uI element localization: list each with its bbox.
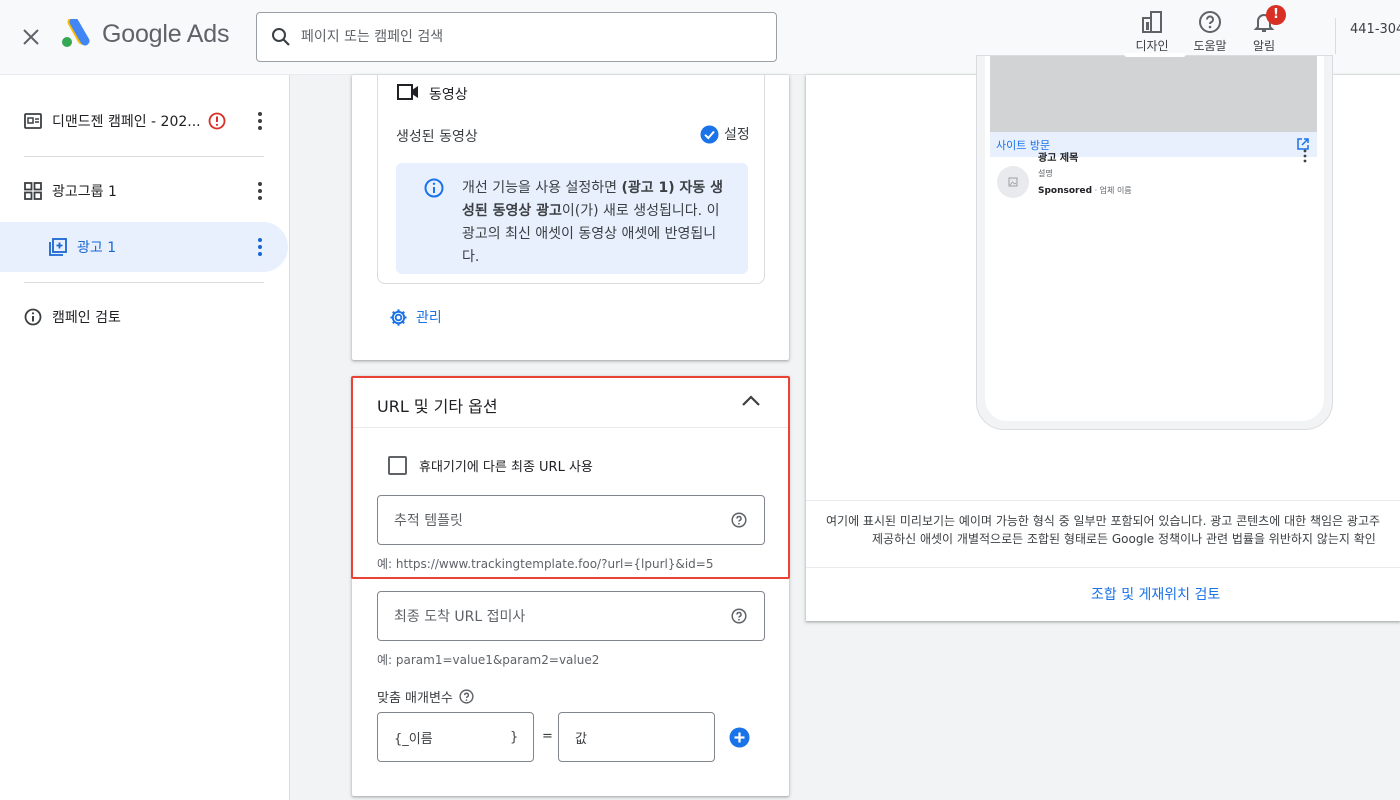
mobile-url-label: 휴대기기에 다른 최종 URL 사용 [419, 460, 593, 475]
more-options-icon[interactable] [250, 109, 270, 133]
mobile-url-checkbox[interactable] [388, 456, 407, 475]
search-icon [272, 28, 290, 46]
ad-title: 광고 제목 [1038, 153, 1079, 164]
phone-notch [1124, 53, 1186, 57]
video-status-label: 설정 [724, 127, 750, 143]
business-name: · 업체 이름 [1092, 186, 1132, 195]
param-value-field[interactable]: 값 [558, 712, 715, 762]
header-divider [1335, 18, 1336, 54]
info-icon [424, 178, 444, 198]
design-label: 디자인 [1135, 39, 1169, 53]
preview-divider [806, 500, 1400, 501]
disclaimer-line-2: 제공하신 애셋이 개별적으로든 조합된 형태로든 Google 정책이나 관련 … [872, 532, 1376, 546]
sidebar-item-label: 캠페인 검토 [52, 310, 121, 326]
equals-sign: = [542, 729, 553, 744]
sidebar-item-label: 광고 1 [77, 240, 117, 256]
help-icon[interactable] [459, 689, 474, 704]
video-asset-box: 동영상 생성된 동영상 설정 개선 기능을 사용 설정하면 (광고 1) 자동 … [377, 75, 765, 284]
design-icon [1142, 11, 1162, 33]
custom-params-label: 맞춤 매개변수 [377, 691, 453, 706]
info-callout: 개선 기능을 사용 설정하면 (광고 1) 자동 생성된 동영상 광고이(가) … [396, 163, 748, 274]
help-icon [1199, 11, 1221, 33]
ad-preview-panel: 사이트 방문 광고 제목 설명 Sponsored · 업체 이름 여기에 표시… [806, 53, 1400, 621]
manage-button[interactable]: 관리 [389, 307, 442, 327]
final-url-suffix-field[interactable]: 최종 도착 URL 접미사 [377, 591, 765, 641]
help-label: 도움말 [1193, 39, 1227, 53]
sidebar-item-ad[interactable]: 광고 1 [0, 222, 288, 272]
param-value-placeholder: 값 [575, 731, 587, 747]
sidebar-item-ad-group[interactable]: 광고그룹 1 [0, 166, 288, 216]
add-param-icon[interactable] [729, 727, 750, 748]
param-name-placeholder: {_이름 [394, 731, 433, 747]
video-section-title: 동영상 [429, 87, 468, 103]
ad-icon [49, 238, 67, 256]
video-status[interactable]: 설정 [700, 124, 750, 144]
info-icon [24, 308, 42, 326]
product-name: Google Ads [102, 19, 230, 48]
preview-disclaimer: 여기에 표시된 미리보기는 예이며 가능한 형식 중 일부만 포함되어 있습니다… [806, 512, 1400, 552]
account-id[interactable]: 441-304- [1350, 22, 1400, 37]
more-options-icon[interactable] [250, 235, 270, 259]
mobile-url-option[interactable]: 휴대기기에 다른 최종 URL 사용 [388, 456, 593, 475]
param-name-close-brace: } [510, 729, 519, 745]
sidebar-item-campaign-review[interactable]: 캠페인 검토 [0, 292, 288, 342]
sidebar-item-label: 광고그룹 1 [52, 184, 117, 200]
tracking-template-placeholder: 추적 템플릿 [394, 513, 463, 529]
manage-label: 관리 [416, 310, 442, 326]
disclaimer-line-1: 여기에 표시된 미리보기는 예이며 가능한 형식 중 일부만 포함되어 있습니다… [826, 514, 1381, 528]
close-icon [23, 29, 39, 45]
final-url-suffix-hint: 예: param1=value1&param2=value2 [377, 653, 600, 667]
notifications-label: 알림 [1252, 39, 1276, 53]
gear-icon [390, 308, 407, 326]
info-text-start: 개선 기능을 사용 설정하면 [462, 180, 622, 196]
url-options-title: URL 및 기타 옵션 [377, 397, 498, 416]
ad-media-placeholder [990, 53, 1317, 132]
custom-params-heading: 맞춤 매개변수 [377, 687, 474, 706]
generated-video-label: 생성된 동영상 [396, 129, 478, 145]
ad-sponsor-line: Sponsored · 업체 이름 [1038, 185, 1132, 196]
help-icon[interactable] [731, 608, 747, 624]
tracking-template-field[interactable]: 추적 템플릿 [377, 495, 765, 545]
info-text: 개선 기능을 사용 설정하면 (광고 1) 자동 생성된 동영상 광고이(가) … [462, 180, 723, 265]
design-button[interactable]: 디자인 [1124, 10, 1180, 54]
sidebar-item-campaign[interactable]: 디맨드젠 캠페인 - 202... [0, 96, 288, 146]
help-button[interactable]: 도움말 [1182, 10, 1238, 54]
search-box[interactable] [256, 12, 777, 62]
notification-badge: ! [1266, 5, 1286, 25]
search-input[interactable] [301, 29, 741, 45]
sidebar-divider [24, 156, 264, 157]
more-options-icon[interactable] [1302, 149, 1308, 163]
chevron-up-icon[interactable] [741, 394, 761, 408]
param-name-field[interactable]: {_이름 } [377, 712, 534, 762]
review-placements-link[interactable]: 조합 및 게재위치 검토 [1091, 584, 1220, 604]
google-ads-logo-icon [62, 19, 90, 47]
final-url-suffix-placeholder: 최종 도착 URL 접미사 [394, 609, 526, 625]
more-options-icon[interactable] [250, 179, 270, 203]
sidebar-divider [24, 282, 264, 283]
preview-divider [806, 567, 1400, 568]
url-options-card: URL 및 기타 옵션 휴대기기에 다른 최종 URL 사용 추적 템플릿 예:… [352, 376, 789, 796]
google-ads-logo[interactable]: Google Ads [60, 19, 229, 49]
campaign-icon [24, 113, 42, 129]
sidebar-item-label: 디맨드젠 캠페인 - 202... [52, 114, 201, 130]
sidebar: 디맨드젠 캠페인 - 202... 광고그룹 1 광고 1 캠페인 검토 [0, 75, 290, 800]
check-circle-icon [700, 125, 719, 143]
phone-mockup: 사이트 방문 광고 제목 설명 Sponsored · 업체 이름 [976, 53, 1333, 430]
help-icon[interactable] [731, 512, 747, 528]
video-card: 동영상 생성된 동영상 설정 개선 기능을 사용 설정하면 (광고 1) 자동 … [352, 75, 789, 360]
close-button[interactable] [18, 24, 44, 50]
video-camera-icon [397, 84, 418, 100]
image-icon [1008, 177, 1018, 187]
error-icon [208, 112, 226, 130]
url-options-header[interactable]: URL 및 기타 옵션 [352, 376, 789, 428]
ad-group-icon [24, 182, 42, 200]
ad-description: 설명 [1038, 169, 1053, 178]
phone-screen: 사이트 방문 광고 제목 설명 Sponsored · 업체 이름 [985, 53, 1324, 421]
sponsored-label: Sponsored [1038, 186, 1093, 196]
tracking-template-hint: 예: https://www.trackingtemplate.foo/?url… [377, 557, 714, 571]
advertiser-avatar [997, 166, 1029, 198]
notifications-button[interactable]: 알림 ! [1236, 5, 1292, 54]
